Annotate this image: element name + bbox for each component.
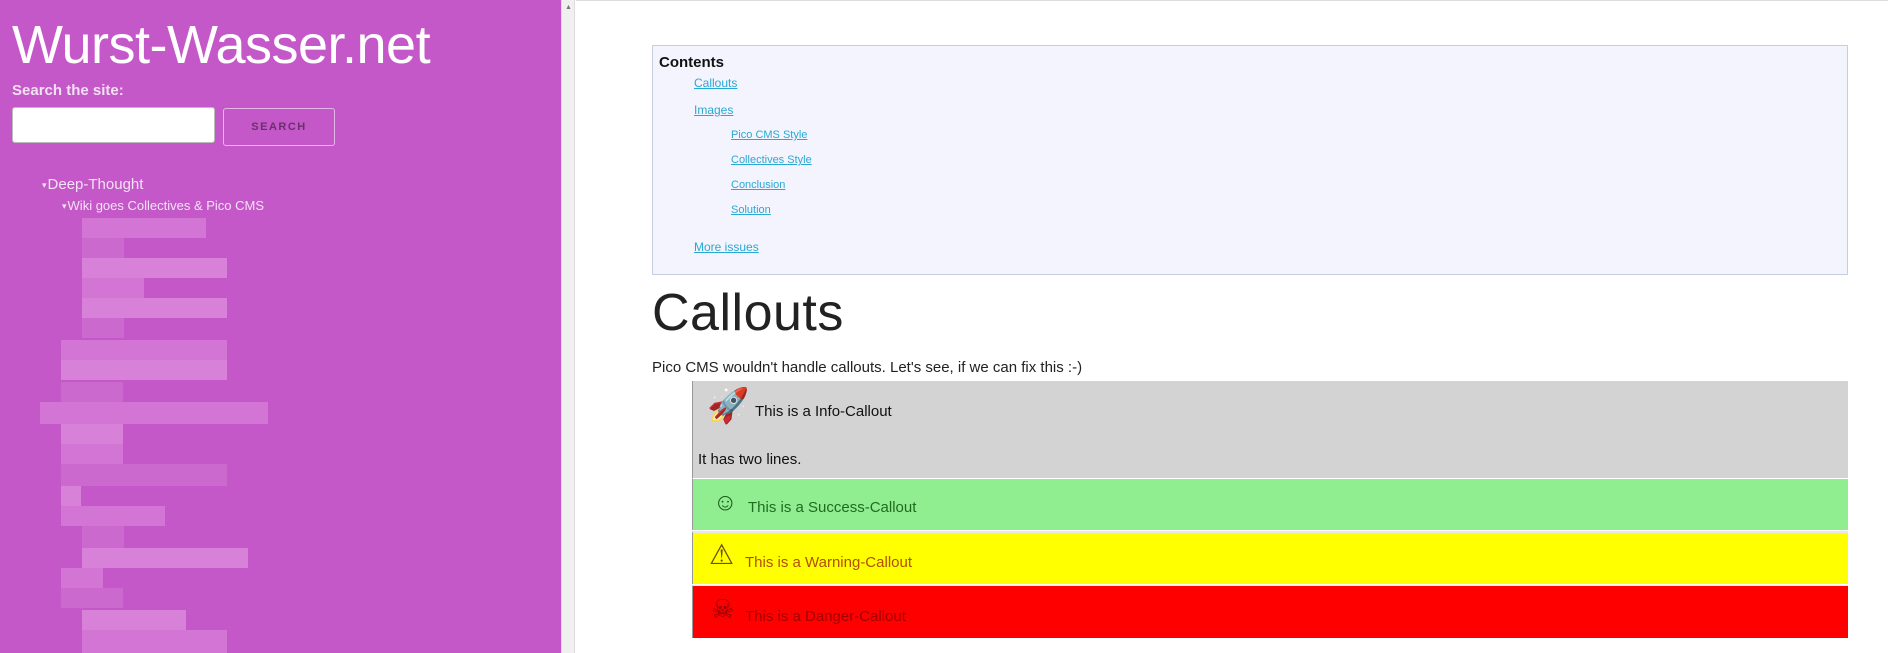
toc-link-pico-cms-style[interactable]: Pico CMS Style — [731, 129, 807, 141]
scroll-up-arrow-icon[interactable]: ▲ — [565, 4, 572, 11]
toc-link-collectives-style[interactable]: Collectives Style — [731, 154, 812, 166]
tree-item-label: Deep-Thought — [47, 176, 144, 193]
danger-callout-title: This is a Danger-Callout — [745, 608, 906, 625]
tree-item-wiki-collectives[interactable]: ▾Wiki goes Collectives & Pico CMS — [62, 198, 264, 213]
smile-icon: ☺ — [713, 489, 738, 516]
warning-callout: ⚠ This is a Warning-Callout — [692, 531, 1848, 584]
info-callout-body: It has two lines. — [698, 451, 802, 468]
toc-link-images[interactable]: Images — [694, 103, 733, 117]
toc-link-solution[interactable]: Solution — [731, 204, 771, 216]
tree-item-label: Wiki goes Collectives & Pico CMS — [67, 198, 265, 213]
pane-splitter[interactable]: ▲ — [561, 0, 575, 653]
toc-title: Contents — [659, 54, 724, 71]
sidebar: Wurst-Wasser.net Search the site: Search… — [0, 0, 561, 653]
caret-down-icon: ▾ — [62, 201, 67, 212]
tree-item-deep-thought[interactable]: ▾Deep-Thought — [42, 176, 143, 193]
table-of-contents: Contents Callouts Images Pico CMS Style … — [652, 45, 1848, 275]
search-input[interactable] — [12, 107, 215, 143]
search-label: Search the site: — [12, 82, 124, 99]
toc-link-more-issues[interactable]: More issues — [694, 240, 759, 254]
warning-callout-title: This is a Warning-Callout — [745, 554, 912, 571]
danger-callout: ☠ This is a Danger-Callout — [692, 585, 1848, 638]
search-button[interactable]: Search — [223, 108, 335, 146]
toc-link-callouts[interactable]: Callouts — [694, 76, 737, 90]
skull-icon: ☠ — [711, 594, 735, 624]
rocket-icon: 🚀 — [707, 387, 750, 425]
page-heading: Callouts — [652, 284, 844, 342]
site-title[interactable]: Wurst-Wasser.net — [12, 15, 431, 75]
success-callout-title: This is a Success-Callout — [748, 499, 917, 516]
info-callout-title: This is a Info-Callout — [755, 403, 892, 420]
success-callout: ☺ This is a Success-Callout — [692, 478, 1848, 530]
intro-paragraph: Pico CMS wouldn't handle callouts. Let's… — [652, 359, 1083, 376]
main-content: Contents Callouts Images Pico CMS Style … — [576, 0, 1888, 653]
caret-down-icon: ▾ — [42, 179, 47, 190]
toc-link-conclusion[interactable]: Conclusion — [731, 179, 785, 191]
info-callout: 🚀 This is a Info-Callout It has two line… — [692, 381, 1848, 478]
warning-icon: ⚠ — [709, 539, 735, 570]
